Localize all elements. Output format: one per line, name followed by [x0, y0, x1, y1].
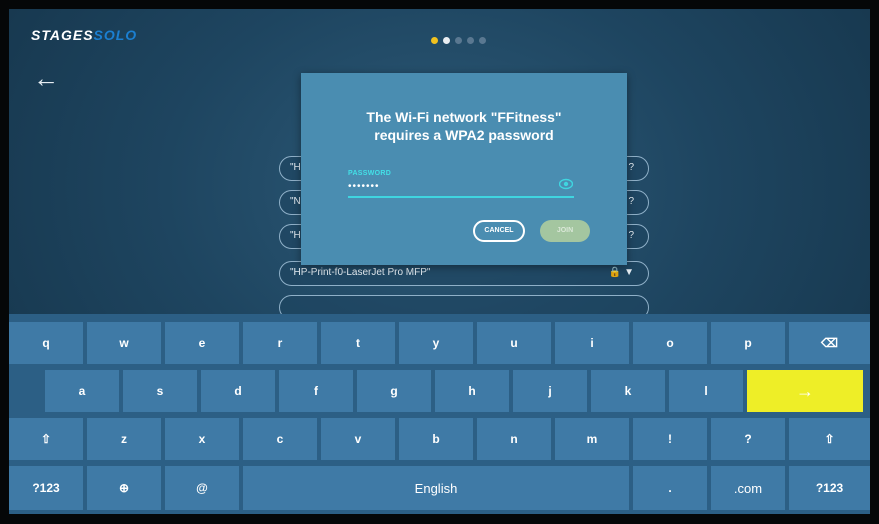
key-v[interactable]: v — [321, 418, 395, 460]
wifi-signal-icon: ? — [628, 162, 634, 173]
key-h[interactable]: h — [435, 370, 509, 412]
key-dotcom[interactable]: .com — [711, 466, 785, 510]
wifi-password-dialog: The Wi-Fi network "FFitness" requires a … — [301, 73, 627, 265]
network-name: "HP-Print-f0-LaserJet Pro MFP" — [290, 267, 431, 278]
key-period[interactable]: . — [633, 466, 707, 510]
key-p[interactable]: p — [711, 322, 785, 364]
symbols-key-right[interactable]: ?123 — [789, 466, 870, 510]
shift-key-left[interactable]: ⇧ — [9, 418, 83, 460]
key-g[interactable]: g — [357, 370, 431, 412]
backspace-key[interactable]: ⌫ — [789, 322, 870, 364]
key-b[interactable]: b — [399, 418, 473, 460]
symbols-key-left[interactable]: ?123 — [9, 466, 83, 510]
network-name: "H — [290, 162, 301, 173]
key-m[interactable]: m — [555, 418, 629, 460]
key-q[interactable]: q — [9, 322, 83, 364]
spacebar-key[interactable]: English — [243, 466, 629, 510]
key-question[interactable]: ? — [711, 418, 785, 460]
key-u[interactable]: u — [477, 322, 551, 364]
key-d[interactable]: d — [201, 370, 275, 412]
dialog-title: The Wi-Fi network "FFitness" requires a … — [301, 108, 627, 144]
on-screen-keyboard: q w e r t y u i o p ⌫ a s d f g h j k l … — [9, 314, 870, 514]
wifi-signal-icon: ? — [628, 230, 634, 241]
join-button[interactable]: JOIN — [540, 220, 590, 242]
enter-key[interactable]: → — [747, 370, 863, 412]
key-c[interactable]: c — [243, 418, 317, 460]
key-l[interactable]: l — [669, 370, 743, 412]
key-k[interactable]: k — [591, 370, 665, 412]
key-x[interactable]: x — [165, 418, 239, 460]
globe-icon[interactable]: ⊕ — [87, 466, 161, 510]
page-dot-4 — [467, 37, 474, 44]
shift-key-right[interactable]: ⇧ — [789, 418, 870, 460]
cancel-button[interactable]: CANCEL — [473, 220, 525, 242]
dialog-title-line-1: The Wi-Fi network "FFitness" — [366, 109, 562, 125]
password-input[interactable]: ••••••• — [348, 182, 380, 192]
eye-icon[interactable] — [559, 178, 573, 190]
page-dot-5 — [479, 37, 486, 44]
key-e[interactable]: e — [165, 322, 239, 364]
password-underline — [348, 196, 574, 198]
key-a[interactable]: a — [45, 370, 119, 412]
logo-solo: SOLO — [93, 27, 138, 43]
key-j[interactable]: j — [513, 370, 587, 412]
key-z[interactable]: z — [87, 418, 161, 460]
network-name: "H — [290, 230, 301, 241]
key-at[interactable]: @ — [165, 466, 239, 510]
password-label: PASSWORD — [348, 170, 392, 177]
back-arrow-icon[interactable]: ← — [33, 65, 59, 91]
page-dot-3 — [455, 37, 462, 44]
stages-solo-logo: STAGESSOLO — [31, 27, 137, 43]
wifi-signal-icon: ? — [628, 196, 634, 207]
page-indicator — [431, 37, 486, 44]
key-o[interactable]: o — [633, 322, 707, 364]
key-exclamation[interactable]: ! — [633, 418, 707, 460]
dialog-title-line-2: requires a WPA2 password — [374, 127, 554, 143]
key-i[interactable]: i — [555, 322, 629, 364]
key-y[interactable]: y — [399, 322, 473, 364]
key-t[interactable]: t — [321, 322, 395, 364]
logo-stages: STAGES — [31, 27, 94, 43]
page-dot-2 — [443, 37, 450, 44]
key-s[interactable]: s — [123, 370, 197, 412]
tablet-screen: STAGESSOLO ← "H ? "N ? "H ? "HP-Print-f0… — [9, 9, 870, 514]
lock-wifi-icon: 🔒 ▼ — [608, 267, 634, 278]
network-name: "N — [290, 196, 301, 207]
page-dot-1 — [431, 37, 438, 44]
key-n[interactable]: n — [477, 418, 551, 460]
key-f[interactable]: f — [279, 370, 353, 412]
key-w[interactable]: w — [87, 322, 161, 364]
key-r[interactable]: r — [243, 322, 317, 364]
